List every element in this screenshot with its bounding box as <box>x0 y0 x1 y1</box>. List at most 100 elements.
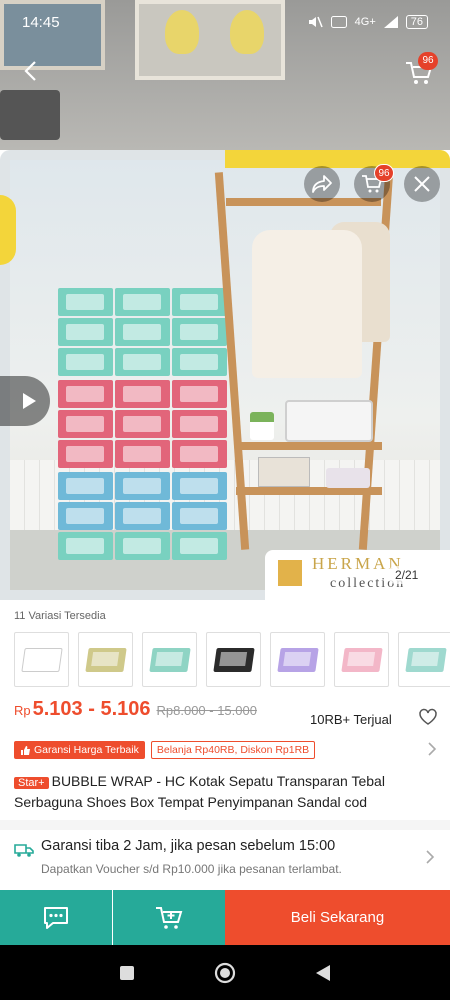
variation-swatch <box>404 647 447 672</box>
variation-thumb[interactable] <box>398 632 450 687</box>
product-title-text: BUBBLE WRAP - HC Kotak Sepatu Transparan… <box>14 773 385 810</box>
price-range: 5.103 - 5.106 <box>32 698 151 720</box>
cart-badge: 96 <box>418 52 438 70</box>
battery-indicator: 76 <box>405 15 428 29</box>
shoe-box <box>115 502 170 530</box>
share-icon <box>312 175 332 193</box>
status-icons: 4G+ 76 <box>307 15 428 29</box>
close-icon <box>414 176 430 192</box>
shoe-box <box>172 348 227 376</box>
variation-thumb[interactable] <box>142 632 197 687</box>
product-image[interactable]: HERMAN collection 96 2/21 <box>0 150 450 600</box>
variation-title: 11 Variasi Tersedia <box>14 610 106 622</box>
network-label: 4G+ <box>354 16 376 28</box>
recents-icon[interactable] <box>119 965 135 981</box>
cart-badge: 96 <box>374 164 394 182</box>
product-sheet: HERMAN collection 96 2/21 11 Variasi Ter… <box>0 150 450 1000</box>
variation-swatch <box>84 647 127 672</box>
image-border <box>0 195 16 265</box>
shoe-box <box>115 410 170 438</box>
thumbs-up-icon <box>21 745 30 755</box>
storage-basket <box>285 400 373 442</box>
signal-icon <box>383 16 398 28</box>
chevron-right-icon <box>426 850 435 864</box>
truck-icon <box>14 844 34 857</box>
status-time: 14:45 <box>22 13 60 31</box>
play-icon <box>23 393 36 409</box>
add-cart-icon <box>156 906 183 929</box>
shoe-box <box>172 410 227 438</box>
back-nav-icon[interactable] <box>315 964 331 982</box>
heart-icon[interactable] <box>418 707 438 727</box>
shoe-box <box>58 472 113 500</box>
background-socket <box>0 90 60 140</box>
variation-swatch <box>212 647 255 672</box>
shoe-box <box>326 468 370 488</box>
variation-thumb[interactable] <box>206 632 261 687</box>
shoe-box <box>115 288 170 316</box>
mute-icon <box>308 16 323 28</box>
storage-box <box>258 457 310 487</box>
variation-thumb[interactable] <box>78 632 133 687</box>
product-title: Star+ BUBBLE WRAP - HC Kotak Sepatu Trans… <box>14 772 438 812</box>
variation-thumb[interactable] <box>270 632 325 687</box>
shoe-box <box>58 348 113 376</box>
hanging-sweater <box>252 230 362 378</box>
variation-swatch <box>148 647 191 672</box>
shipping-row[interactable]: Garansi tiba 2 Jam, jika pesan sebelum 1… <box>0 830 450 890</box>
variation-thumb[interactable] <box>14 632 69 687</box>
shoe-box <box>58 440 113 468</box>
chat-icon <box>44 906 68 929</box>
shoe-box <box>172 532 227 560</box>
shoe-box <box>115 348 170 376</box>
system-nav-bar <box>0 945 450 1000</box>
add-to-cart-button[interactable] <box>113 890 225 945</box>
shoe-box <box>172 288 227 316</box>
shoe-box <box>115 472 170 500</box>
guarantee-tag: Garansi Harga Terbaik <box>14 741 145 759</box>
shoe-box <box>172 472 227 500</box>
variation-thumb[interactable] <box>334 632 389 687</box>
brand-emblem <box>278 560 302 586</box>
shoe-box <box>58 288 113 316</box>
shoe-box <box>172 380 227 408</box>
shoe-box <box>58 318 113 346</box>
shoe-box <box>115 440 170 468</box>
shoe-box <box>172 502 227 530</box>
variation-swatch <box>20 647 63 672</box>
star-plus-badge: Star+ <box>14 777 49 789</box>
shoe-box <box>58 502 113 530</box>
shoe-box <box>58 410 113 438</box>
potted-plant <box>250 412 274 440</box>
shoe-box <box>115 380 170 408</box>
rack-bar <box>226 198 381 206</box>
price-currency: Rp <box>14 703 31 718</box>
action-bar: Beli Sekarang <box>0 890 450 945</box>
shoe-box <box>115 318 170 346</box>
shoe-box <box>115 532 170 560</box>
section-divider <box>0 820 450 830</box>
shipping-voucher-note: Dapatkan Voucher s/d Rp10.000 jika pesan… <box>41 862 342 876</box>
chat-button[interactable] <box>0 890 112 945</box>
rack-shelf <box>236 487 382 495</box>
image-border <box>225 150 450 168</box>
buy-now-button[interactable]: Beli Sekarang <box>225 890 450 945</box>
rack-shelf <box>236 442 382 450</box>
promo-row[interactable]: Garansi Harga Terbaik Belanja Rp40RB, Di… <box>14 740 438 760</box>
variation-swatch <box>276 647 319 672</box>
shoe-box <box>58 532 113 560</box>
close-button[interactable] <box>404 166 440 202</box>
guarantee-label: Garansi Harga Terbaik <box>34 744 139 756</box>
variation-swatch <box>340 647 383 672</box>
shoe-box <box>172 440 227 468</box>
home-icon[interactable] <box>214 962 236 984</box>
shoe-box <box>58 380 113 408</box>
play-video-button[interactable] <box>0 376 50 426</box>
sold-count: 10RB+ Terjual <box>310 712 392 727</box>
shipping-guarantee: Garansi tiba 2 Jam, jika pesan sebelum 1… <box>41 838 336 854</box>
share-button[interactable] <box>304 166 340 202</box>
voucher-tag: Belanja Rp40RB, Diskon Rp1RB <box>150 741 316 759</box>
variation-list <box>14 632 450 687</box>
volte-icon <box>330 16 347 28</box>
back-icon[interactable] <box>18 58 44 84</box>
